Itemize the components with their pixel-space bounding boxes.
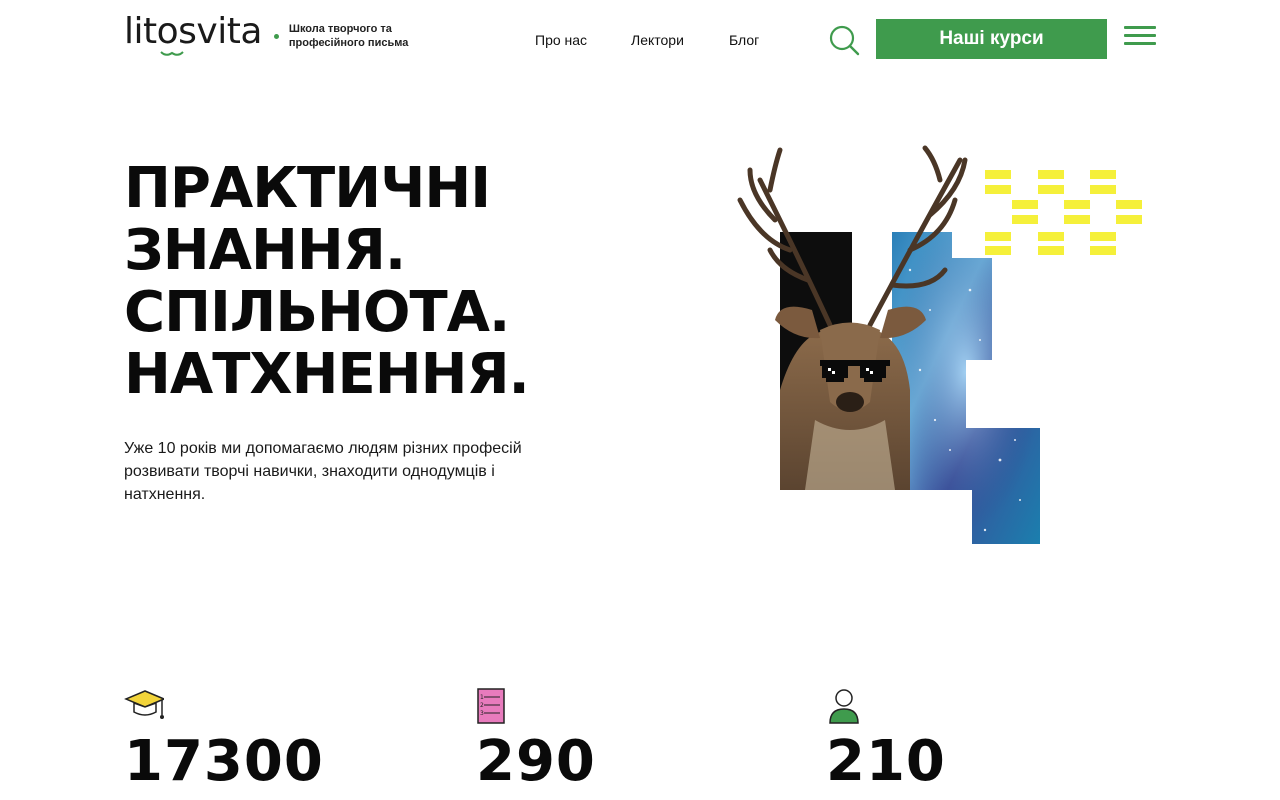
svg-text:3: 3 xyxy=(480,710,484,717)
tagline-line-1: Школа творчого та xyxy=(288,23,392,35)
site-header: litosvita Школа творчого та професійного… xyxy=(0,0,1280,80)
search-button[interactable] xyxy=(828,24,860,56)
hero-title-line: ЗНАННЯ. xyxy=(124,218,406,283)
hamburger-menu-icon xyxy=(1124,26,1156,45)
notebook-icon: 1 2 3 xyxy=(477,688,505,724)
hero-description: Уже 10 років ми допомагаємо людям різних… xyxy=(124,440,522,503)
logo-dot xyxy=(273,33,279,39)
graduation-cap-icon xyxy=(124,690,166,719)
nav-item-lecturers[interactable]: Лектори xyxy=(631,32,684,48)
book-underline-icon xyxy=(160,51,184,56)
stat-value: 290 xyxy=(476,729,596,794)
hero-title-line: ПРАКТИЧНІ xyxy=(124,156,491,221)
nav-item-about[interactable]: Про нас xyxy=(535,32,587,48)
hero-illustration xyxy=(720,140,1160,550)
page: litosvita Школа творчого та професійного… xyxy=(0,0,1280,800)
logo-wordmark: litosvita xyxy=(124,11,262,52)
svg-text:2: 2 xyxy=(480,702,484,709)
logo[interactable]: litosvita Школа творчого та професійного… xyxy=(124,11,429,56)
hero-title-line: СПІЛЬНОТА. xyxy=(124,280,510,345)
hero-title-line: НАТХНЕННЯ. xyxy=(124,342,530,407)
stat-lecturers: 210 xyxy=(826,685,946,792)
our-courses-button[interactable]: Наші курси xyxy=(876,19,1107,59)
stat-value: 17300 xyxy=(124,729,324,794)
tagline-line-2: професійного письма xyxy=(288,37,409,49)
menu-button[interactable] xyxy=(1124,26,1156,50)
stats-section: 17300 1 2 3 290 210 xyxy=(0,685,1280,800)
hero-title: ПРАКТИЧНІ ЗНАННЯ. СПІЛЬНОТА. НАТХНЕННЯ. xyxy=(124,156,530,407)
stat-students: 17300 xyxy=(124,685,324,792)
deer-letter-illustration xyxy=(737,145,1142,544)
search-icon xyxy=(829,25,860,56)
stat-courses: 1 2 3 290 xyxy=(476,685,596,792)
stat-value: 210 xyxy=(826,729,946,794)
nav-item-blog[interactable]: Блог xyxy=(729,32,759,48)
logo-tagline: Школа творчого та професійного письма xyxy=(289,22,429,50)
svg-text:1: 1 xyxy=(480,694,484,701)
person-icon xyxy=(829,689,859,724)
